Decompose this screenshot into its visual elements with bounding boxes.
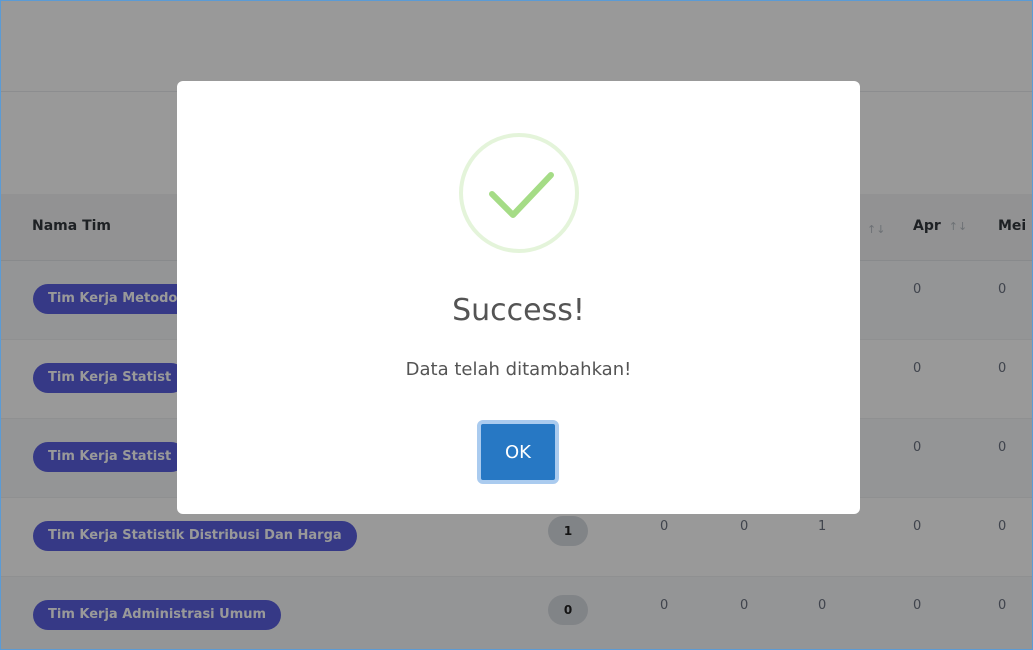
dialog-message: Data telah ditambahkan! — [405, 359, 632, 380]
dialog-title: Success! — [452, 293, 585, 328]
success-icon-ring — [459, 133, 579, 253]
ok-button[interactable]: OK — [477, 420, 559, 484]
app-frame: Nama Tim ↑↓ Apr ↑↓ Mei Tim Kerja Metodo 0… — [0, 0, 1033, 650]
check-icon — [489, 172, 554, 218]
success-dialog: Success! Data telah ditambahkan! OK — [177, 81, 860, 514]
